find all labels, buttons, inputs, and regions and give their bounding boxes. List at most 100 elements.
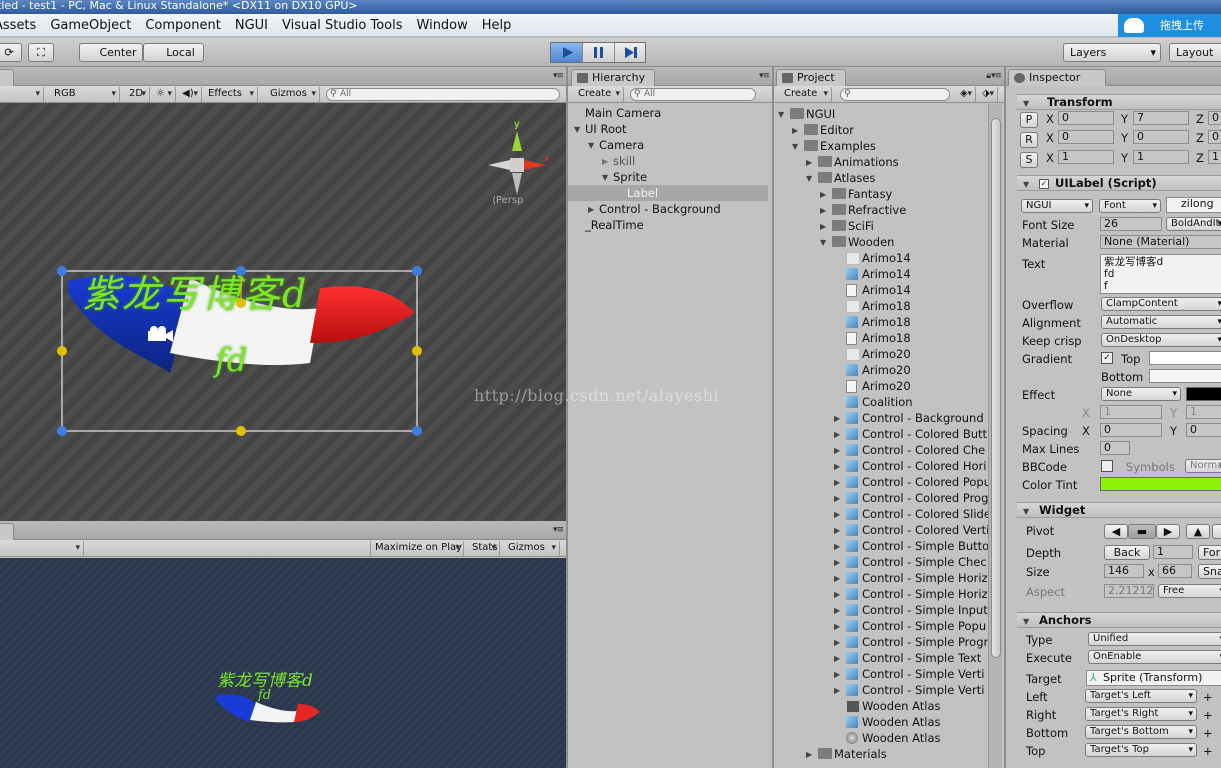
- reset-position-button[interactable]: P: [1020, 112, 1038, 128]
- scale-y-field[interactable]: 1: [1133, 150, 1189, 164]
- project-folder[interactable]: NGUI: [806, 106, 835, 122]
- collapse-triangle-icon[interactable]: ▶: [834, 558, 840, 567]
- expand-triangle-icon[interactable]: ▼: [588, 141, 594, 150]
- collapse-triangle-icon[interactable]: ▶: [834, 654, 840, 663]
- hierarchy-item[interactable]: _RealTime: [585, 217, 644, 233]
- project-asset[interactable]: Control - Simple Horiz: [862, 570, 988, 586]
- hierarchy-item[interactable]: skill: [613, 153, 635, 169]
- resize-handle-bl[interactable]: [57, 426, 67, 436]
- gizmo-x-cone[interactable]: [524, 160, 546, 170]
- 2d-toggle[interactable]: 2D: [126, 87, 150, 102]
- selection-rect[interactable]: [55, 264, 427, 436]
- rotate-tool-button[interactable]: ⟳: [0, 43, 22, 62]
- gradient-bottom-color[interactable]: [1149, 369, 1221, 383]
- font-style-dropdown[interactable]: BoldAndItalic: [1166, 217, 1221, 231]
- collapse-triangle-icon[interactable]: ▶: [834, 510, 840, 519]
- anchor-handle-right[interactable]: [412, 346, 422, 356]
- project-asset[interactable]: Arimo18: [862, 298, 911, 314]
- project-asset[interactable]: Arimo14: [862, 250, 911, 266]
- project-asset[interactable]: Control - Simple Butto: [862, 538, 988, 554]
- collapse-triangle-icon[interactable]: ▶: [820, 222, 826, 231]
- project-asset[interactable]: Wooden Atlas: [862, 698, 941, 714]
- project-asset[interactable]: Arimo20: [862, 346, 911, 362]
- project-asset[interactable]: Control - Simple Popu: [862, 618, 986, 634]
- size-height-field[interactable]: 66: [1158, 564, 1192, 578]
- lock-icon[interactable]: 🔒︎: [986, 71, 991, 81]
- reset-rotation-button[interactable]: R: [1020, 132, 1038, 148]
- project-asset[interactable]: Control - Colored Prog: [862, 490, 988, 506]
- collapse-triangle-icon[interactable]: ▶: [834, 606, 840, 615]
- play-button[interactable]: [551, 43, 583, 62]
- filter-by-type-button[interactable]: ◈: [956, 87, 976, 102]
- project-asset[interactable]: Control - Colored Popu: [862, 474, 988, 490]
- collapse-triangle-icon[interactable]: ▶: [806, 750, 812, 759]
- tab-project[interactable]: Project: [776, 69, 846, 86]
- widget-header[interactable]: ▼ Widget: [1017, 502, 1221, 518]
- persp-label[interactable]: ⟨Persp: [492, 195, 523, 206]
- expand-triangle-icon[interactable]: ▼: [820, 238, 826, 247]
- project-asset[interactable]: Control - Simple Verti: [862, 682, 984, 698]
- resize-handle-tr[interactable]: [412, 266, 422, 276]
- position-z-field[interactable]: 0: [1208, 111, 1221, 125]
- project-asset[interactable]: Arimo18: [862, 330, 911, 346]
- panel-menu-icon[interactable]: ▾≡: [553, 525, 564, 535]
- anchors-header[interactable]: ▼ Anchors: [1017, 612, 1221, 628]
- size-width-field[interactable]: 146: [1104, 564, 1144, 578]
- project-asset[interactable]: Wooden Atlas: [862, 714, 941, 730]
- project-asset[interactable]: Control - Simple Horiz: [862, 586, 988, 602]
- project-folder[interactable]: Animations: [834, 154, 899, 170]
- collapse-triangle-icon[interactable]: ▶: [602, 157, 608, 166]
- hierarchy-search-input[interactable]: All: [630, 88, 756, 101]
- aspect-dropdown[interactable]: [0, 541, 84, 556]
- expand-triangle-icon[interactable]: ▼: [602, 173, 608, 182]
- maximize-on-play-toggle[interactable]: Maximize on Play: [370, 541, 464, 556]
- upload-button[interactable]: 拖拽上传: [1118, 14, 1221, 37]
- collapse-triangle-icon[interactable]: ▶: [820, 206, 826, 215]
- project-asset[interactable]: Control - Simple Verti: [862, 666, 984, 682]
- scale-x-field[interactable]: 1: [1058, 150, 1114, 164]
- expand-triangle-icon[interactable]: ▼: [792, 142, 798, 151]
- project-asset[interactable]: Control - Background: [862, 410, 984, 426]
- scene-search-input[interactable]: All: [326, 88, 560, 101]
- tab-scene[interactable]: [0, 69, 14, 86]
- bbcode-checkbox[interactable]: [1101, 460, 1113, 472]
- project-asset[interactable]: Arimo14: [862, 282, 911, 298]
- project-asset[interactable]: Arimo20: [862, 378, 911, 394]
- overflow-dropdown[interactable]: ClampContent: [1101, 297, 1221, 311]
- gradient-checkbox[interactable]: ✓: [1101, 352, 1113, 364]
- hierarchy-create-dropdown[interactable]: Create: [574, 87, 624, 102]
- project-scrollbar[interactable]: [988, 104, 1002, 768]
- project-search-input[interactable]: [840, 88, 950, 101]
- draw-mode-dropdown[interactable]: [0, 87, 44, 102]
- anchor-right-dropdown[interactable]: Target's Right: [1085, 707, 1197, 721]
- project-asset[interactable]: Control - Colored Butt: [862, 426, 987, 442]
- project-folder[interactable]: Wooden: [848, 234, 894, 250]
- project-asset[interactable]: Control - Colored Che: [862, 442, 985, 458]
- gradient-top-color[interactable]: [1149, 351, 1221, 365]
- project-folder[interactable]: SciFi: [848, 218, 874, 234]
- resize-handle-tc[interactable]: [236, 266, 246, 276]
- depth-forward-button[interactable]: Forward: [1198, 545, 1221, 560]
- project-folder[interactable]: Fantasy: [848, 186, 892, 202]
- gizmos-dropdown[interactable]: Gizmos: [266, 87, 320, 102]
- effect-color[interactable]: [1186, 387, 1221, 401]
- rotation-z-field[interactable]: 0: [1208, 130, 1221, 144]
- resize-handle-br[interactable]: [412, 426, 422, 436]
- position-x-field[interactable]: 0: [1058, 111, 1114, 125]
- collapse-triangle-icon[interactable]: ▶: [834, 478, 840, 487]
- expand-triangle-icon[interactable]: ▼: [806, 174, 812, 183]
- pivot-left-button[interactable]: ◀: [1104, 524, 1128, 539]
- collapse-triangle-icon[interactable]: ▶: [834, 542, 840, 551]
- uilabel-header[interactable]: ▼ ✓ UILabel (Script): [1017, 175, 1221, 191]
- project-asset[interactable]: Arimo14: [862, 266, 911, 282]
- max-lines-field[interactable]: 0: [1100, 441, 1130, 455]
- collapse-triangle-icon[interactable]: ▶: [588, 205, 594, 214]
- collapse-triangle-icon[interactable]: ▶: [834, 414, 840, 423]
- menu-window[interactable]: Window: [417, 14, 468, 37]
- project-folder[interactable]: Refractive: [848, 202, 906, 218]
- anchor-type-dropdown[interactable]: Unified: [1088, 632, 1221, 646]
- gizmo-neg-y-cone[interactable]: [512, 173, 522, 195]
- transform-header[interactable]: ▼ Transform: [1017, 94, 1221, 110]
- hierarchy-item-selected[interactable]: Label: [627, 185, 658, 201]
- menu-visual-studio-tools[interactable]: Visual Studio Tools: [282, 14, 403, 37]
